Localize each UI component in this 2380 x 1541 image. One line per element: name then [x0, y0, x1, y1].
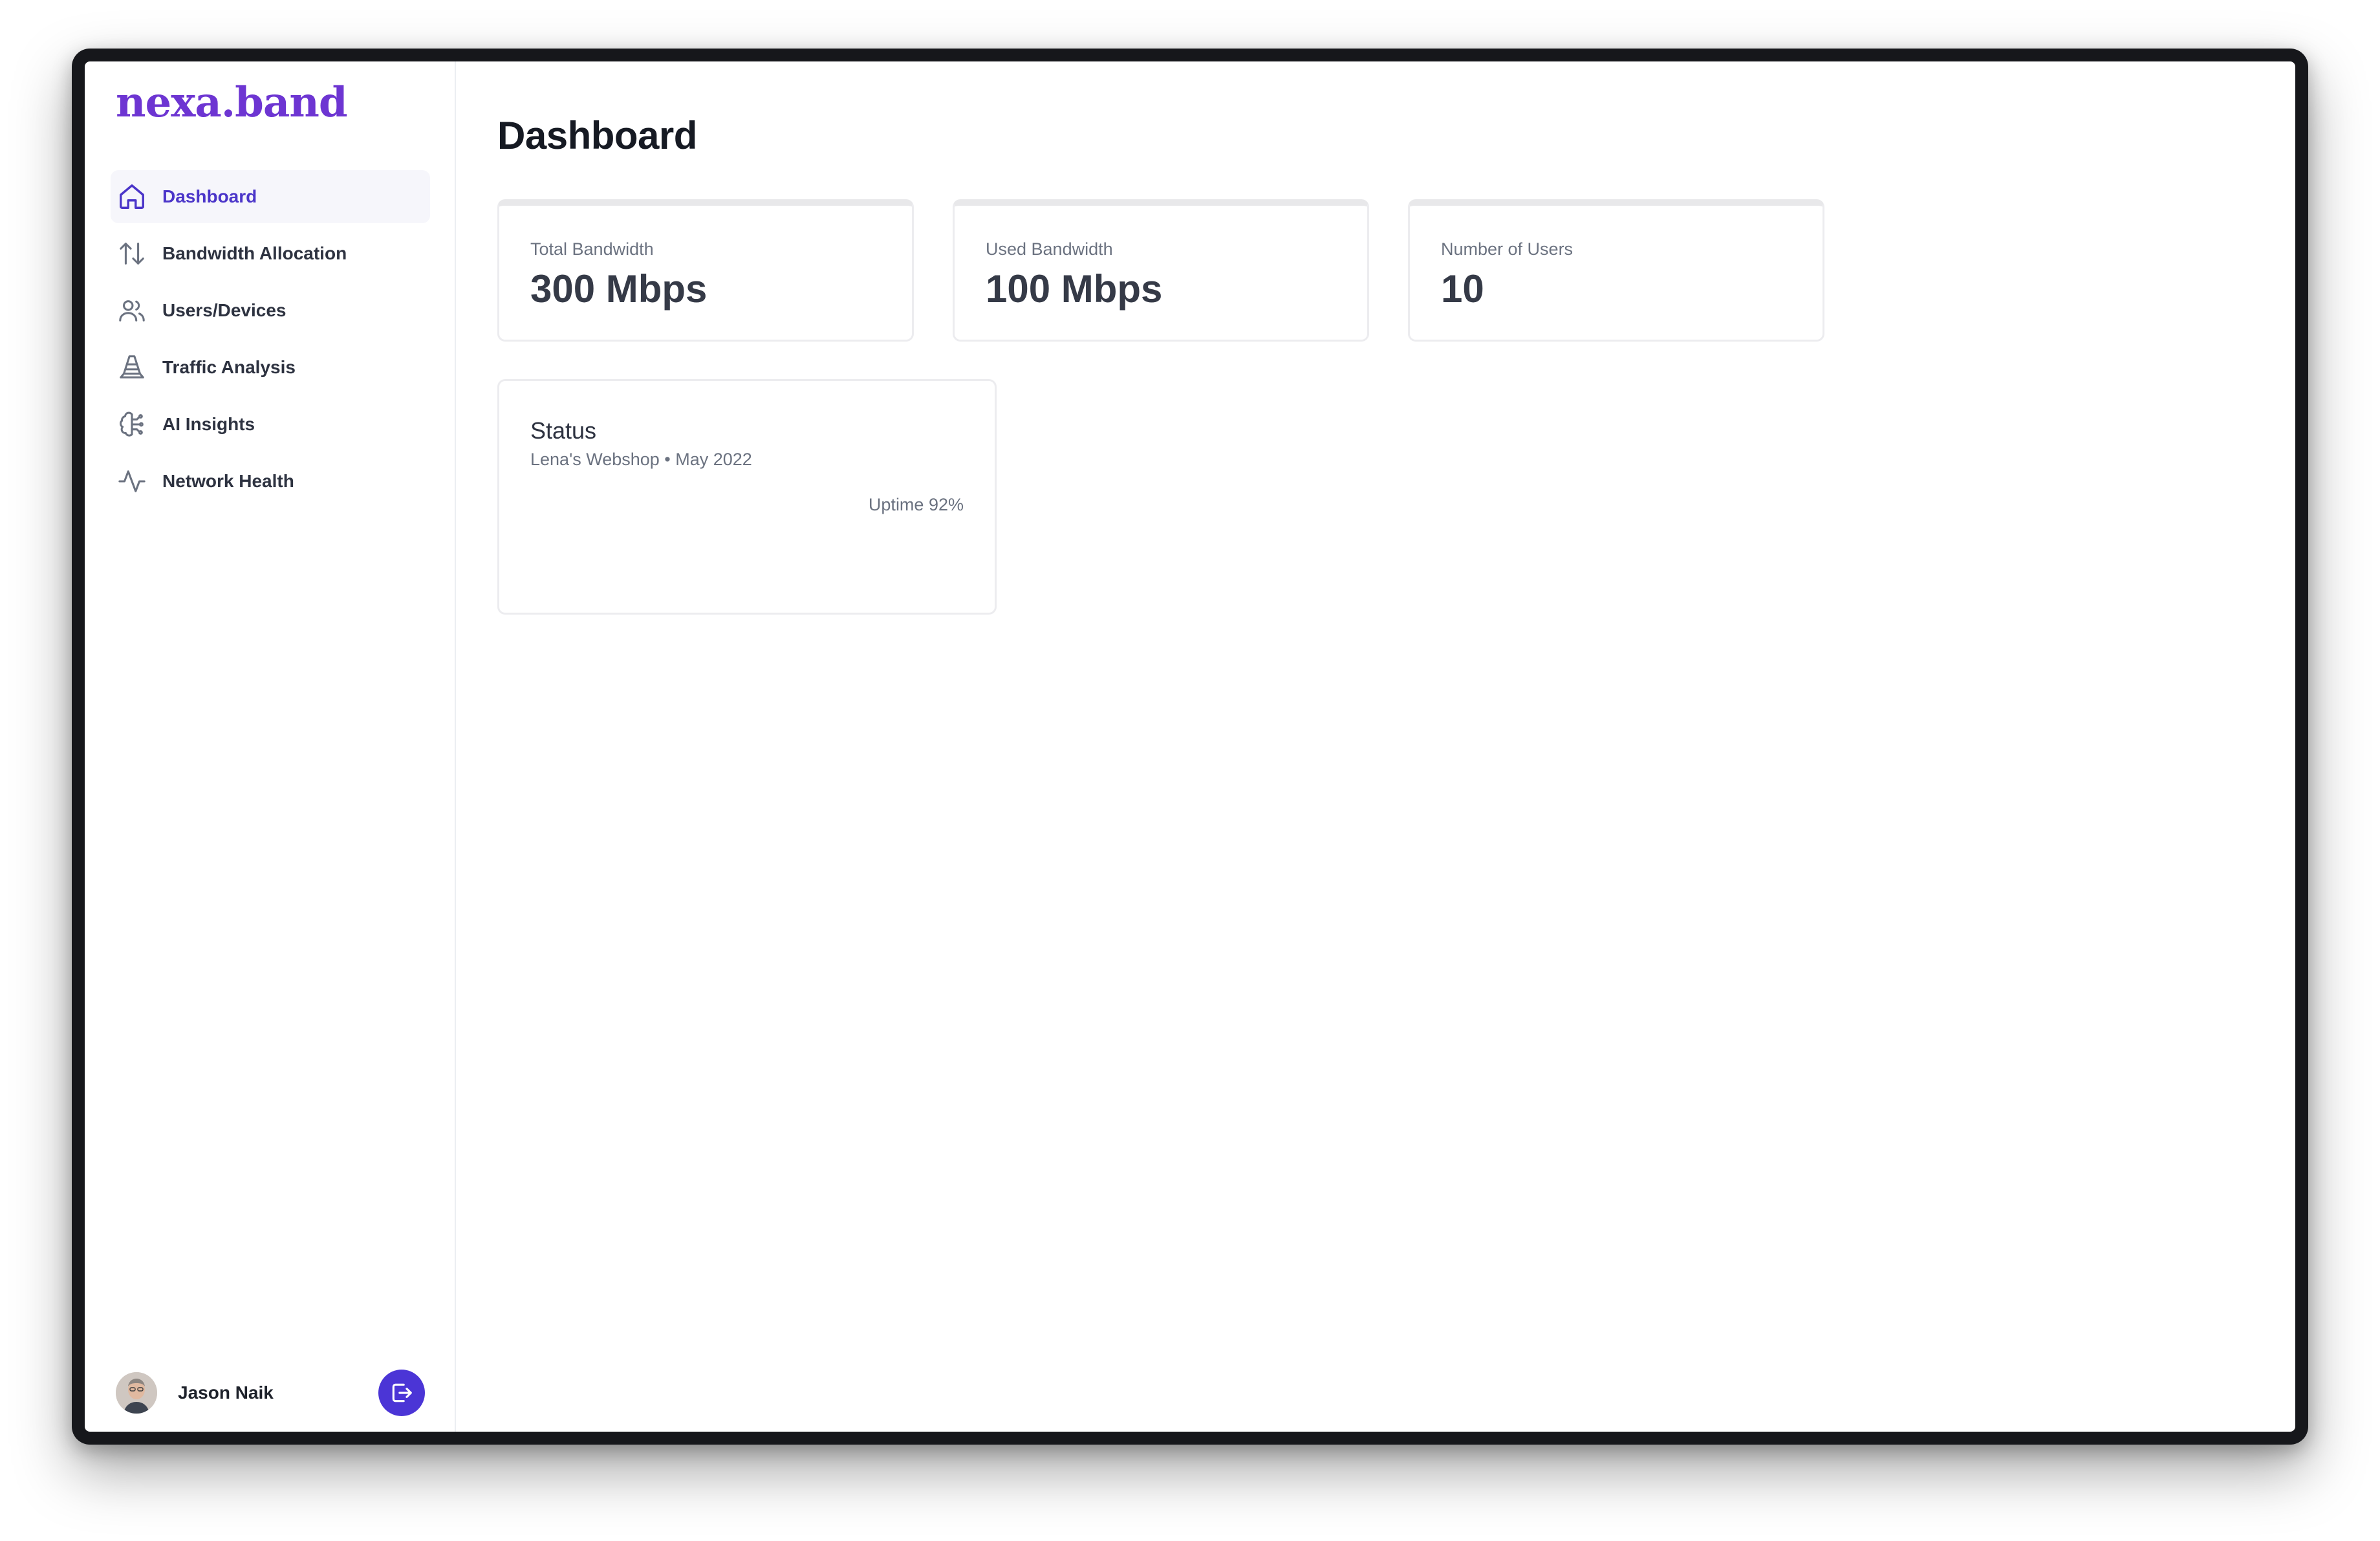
- traffic-cone-icon: [117, 353, 147, 382]
- status-card[interactable]: Status Lena's Webshop • May 2022 Uptime …: [497, 379, 997, 615]
- stat-label: Total Bandwidth: [530, 239, 654, 259]
- arrows-up-down-icon: [117, 239, 147, 268]
- sidebar-item-ai-insights[interactable]: AI Insights: [111, 398, 430, 451]
- stat-label: Number of Users: [1441, 239, 1574, 259]
- logout-icon: [392, 1383, 412, 1403]
- sidebar-item-label: Bandwidth Allocation: [162, 243, 347, 263]
- brain-circuit-icon: [117, 410, 147, 439]
- brand-logo[interactable]: nexa.band: [116, 78, 348, 127]
- sidebar-item-users-devices[interactable]: Users/Devices: [111, 284, 430, 337]
- stat-card-used-bandwidth: Used Bandwidth 100 Mbps: [953, 199, 1369, 342]
- stat-value: 300 Mbps: [530, 267, 708, 311]
- sidebar-item-label: AI Insights: [162, 414, 255, 434]
- stat-label: Used Bandwidth: [986, 239, 1113, 259]
- stat-value: 100 Mbps: [986, 267, 1163, 311]
- device-frame: nexa.band Dashboard Bandwidth Allocation…: [72, 49, 2308, 1445]
- stat-card-total-bandwidth: Total Bandwidth 300 Mbps: [497, 199, 914, 342]
- user-name: Jason Naik: [178, 1383, 274, 1403]
- sidebar-item-label: Dashboard: [162, 186, 257, 206]
- sidebar: nexa.band Dashboard Bandwidth Allocation…: [85, 61, 456, 1432]
- main-content: Dashboard Total Bandwidth 300 Mbps Used …: [456, 61, 2295, 1432]
- user-profile: Jason Naik: [116, 1370, 425, 1416]
- logout-button[interactable]: [378, 1370, 425, 1416]
- status-subtitle: Lena's Webshop • May 2022: [530, 450, 752, 469]
- activity-icon: [117, 466, 147, 496]
- app-window: nexa.band Dashboard Bandwidth Allocation…: [85, 61, 2295, 1432]
- sidebar-item-dashboard[interactable]: Dashboard: [111, 170, 430, 223]
- home-icon: [117, 182, 147, 212]
- stat-card-number-of-users: Number of Users 10: [1408, 199, 1824, 342]
- sidebar-item-traffic-analysis[interactable]: Traffic Analysis: [111, 341, 430, 394]
- sidebar-item-label: Traffic Analysis: [162, 357, 296, 377]
- status-title: Status: [530, 417, 597, 444]
- page-title: Dashboard: [497, 114, 697, 157]
- stat-value: 10: [1441, 267, 1484, 311]
- sidebar-item-network-health[interactable]: Network Health: [111, 455, 430, 508]
- sidebar-item-label: Users/Devices: [162, 300, 287, 320]
- uptime-label: Uptime 92%: [868, 495, 964, 514]
- sidebar-item-label: Network Health: [162, 471, 294, 491]
- users-icon: [117, 296, 147, 325]
- avatar[interactable]: [116, 1372, 157, 1414]
- sidebar-nav: Dashboard Bandwidth Allocation Users/Dev…: [111, 170, 430, 512]
- sidebar-item-bandwidth-allocation[interactable]: Bandwidth Allocation: [111, 227, 430, 280]
